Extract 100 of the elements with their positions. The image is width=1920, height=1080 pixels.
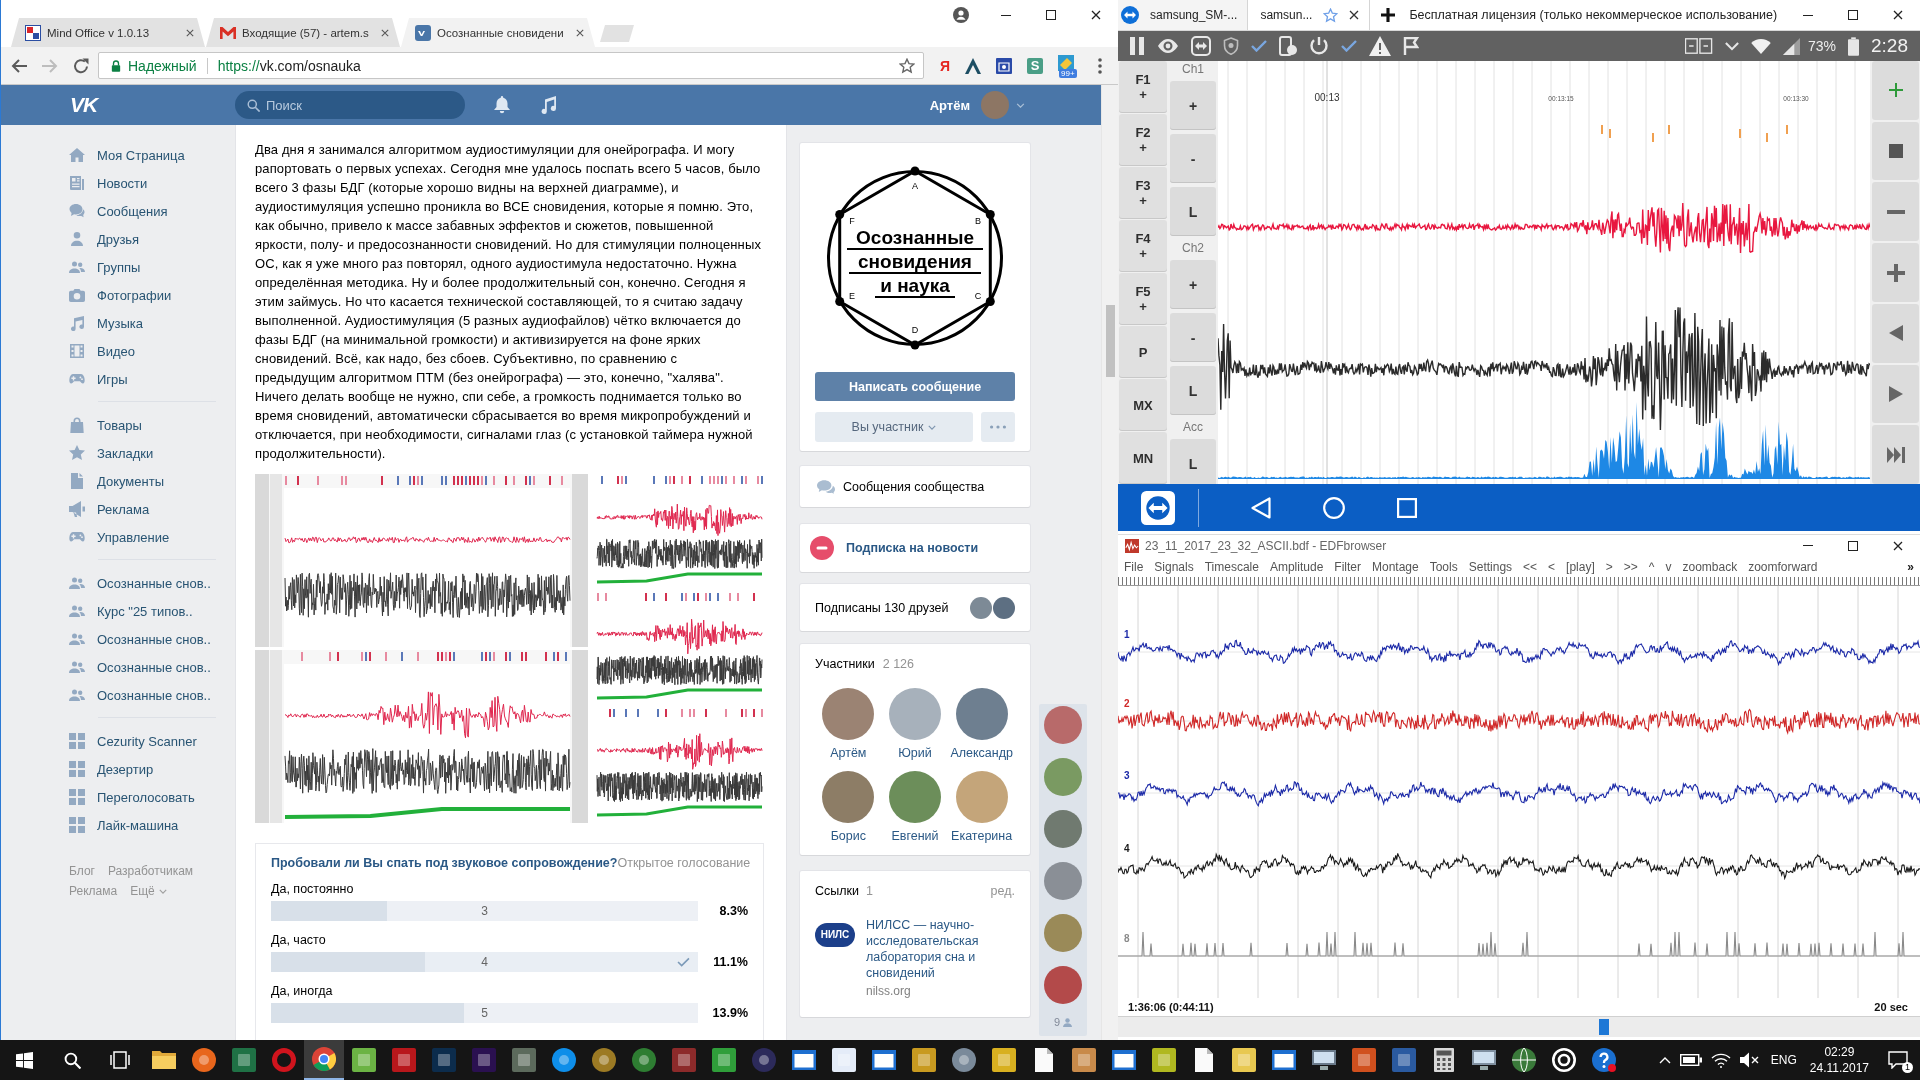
- horizontal-scrollbar[interactable]: [1118, 1016, 1920, 1037]
- avatar[interactable]: [1044, 810, 1082, 848]
- sidebar-item[interactable]: Документы: [69, 467, 219, 495]
- eye-icon[interactable]: [1157, 39, 1179, 53]
- taskbar-button[interactable]: [304, 1040, 344, 1080]
- warning-icon[interactable]: [1369, 36, 1391, 56]
- sidebar-item[interactable]: Реклама: [69, 495, 219, 523]
- link-title[interactable]: НИЛСС — научно-исследовательская лаборатория сна и сновидений: [866, 917, 1015, 981]
- check-icon[interactable]: [1251, 40, 1267, 52]
- reload-icon[interactable]: [73, 57, 89, 74]
- minimize-icon[interactable]: [1802, 545, 1813, 546]
- sidebar-item[interactable]: Осознанные снов..: [69, 625, 219, 653]
- arch-icon[interactable]: [965, 57, 982, 74]
- channel-key[interactable]: -: [1170, 313, 1216, 362]
- sidebar-item[interactable]: Видео: [69, 337, 219, 365]
- browser-tab[interactable]: Входящие (57) - artem.s: [206, 18, 400, 47]
- avatar[interactable]: [822, 688, 875, 740]
- menu-item[interactable]: zoomback: [1682, 559, 1738, 574]
- members-title[interactable]: Участники: [815, 656, 875, 672]
- close-icon[interactable]: [1090, 10, 1101, 20]
- menu-item[interactable]: [play]: [1566, 559, 1595, 574]
- check-icon[interactable]: [1341, 40, 1357, 52]
- function-key[interactable]: F4 +: [1119, 220, 1167, 272]
- menu-item[interactable]: Amplitude: [1269, 559, 1324, 574]
- menu-item[interactable]: ^: [1648, 559, 1655, 574]
- menu-item[interactable]: Timescale: [1204, 559, 1259, 574]
- function-key[interactable]: F1 +: [1119, 61, 1167, 113]
- avatar[interactable]: [889, 771, 941, 823]
- minimize-icon[interactable]: [1802, 14, 1813, 16]
- language-indicator[interactable]: ENG: [1770, 1053, 1797, 1067]
- control-key[interactable]: [1872, 182, 1919, 242]
- sidebar-item[interactable]: Группы: [69, 253, 219, 281]
- subscription-button[interactable]: Подписка на новости: [800, 524, 1030, 572]
- close-icon[interactable]: [1892, 10, 1903, 20]
- profile-icon[interactable]: [952, 7, 969, 23]
- menu-item[interactable]: >>: [1623, 559, 1638, 574]
- channel-key[interactable]: +: [1170, 260, 1216, 309]
- muted-speaker-icon[interactable]: [1739, 1052, 1760, 1068]
- user-name[interactable]: Артём: [929, 97, 970, 113]
- scrollbar-thumb[interactable]: [1105, 305, 1115, 377]
- eeg-recording-drawing[interactable]: [255, 474, 588, 647]
- extension-letter[interactable]: Я: [940, 57, 951, 74]
- member-name[interactable]: Юрий: [898, 745, 932, 761]
- avatar[interactable]: [1044, 706, 1082, 744]
- flag-icon[interactable]: [1403, 37, 1419, 55]
- sidebar-item[interactable]: Лайк-машина: [69, 811, 219, 839]
- avatar[interactable]: [1044, 966, 1082, 1004]
- back-icon[interactable]: [11, 58, 27, 73]
- browser-tab[interactable]: Осознанные сновидени: [401, 18, 595, 47]
- bookmark-star-icon[interactable]: [899, 57, 915, 74]
- avatar[interactable]: [822, 771, 875, 823]
- sidebar-item[interactable]: Управление: [69, 523, 219, 551]
- recent-apps-icon[interactable]: [1397, 497, 1417, 518]
- menu-item[interactable]: zoomforward: [1748, 559, 1818, 574]
- windows-logo-icon[interactable]: [15, 1051, 33, 1069]
- sidebar-item[interactable]: Осознанные снов..: [69, 681, 219, 709]
- star-icon[interactable]: [1323, 7, 1339, 23]
- channel-key[interactable]: L: [1170, 187, 1216, 236]
- home-icon[interactable]: [1323, 496, 1345, 519]
- sidebar-item[interactable]: Закладки: [69, 439, 219, 467]
- phone-clock-icon[interactable]: [1279, 36, 1297, 56]
- sidebar-item[interactable]: Переголосовать: [69, 783, 219, 811]
- organization-logo[interactable]: НИЛС: [815, 923, 855, 947]
- notification-icon[interactable]: [1888, 1051, 1908, 1069]
- menu-item[interactable]: Signals: [1154, 559, 1194, 574]
- menu-item[interactable]: Montage: [1372, 559, 1419, 574]
- power-icon[interactable]: [1309, 36, 1329, 56]
- control-key[interactable]: [1872, 121, 1919, 181]
- close-icon[interactable]: [1349, 10, 1360, 20]
- community-messages-button[interactable]: Сообщения сообщества: [800, 466, 1030, 507]
- sidebar-item[interactable]: Дезертир: [69, 755, 219, 783]
- poll-bar[interactable]: 3: [271, 901, 698, 921]
- sidebar-item[interactable]: Осознанные снов..: [69, 653, 219, 681]
- channel-key[interactable]: L: [1170, 366, 1216, 415]
- shield-icon[interactable]: [1223, 37, 1239, 55]
- poll-bar[interactable]: 5: [271, 1003, 698, 1023]
- function-key[interactable]: MN: [1119, 432, 1167, 484]
- control-key[interactable]: [1872, 364, 1919, 424]
- channel-key[interactable]: +: [1170, 81, 1216, 130]
- member-name[interactable]: Артём: [830, 745, 867, 761]
- pause-icon[interactable]: [1129, 37, 1145, 55]
- function-key[interactable]: F3 +: [1119, 167, 1167, 219]
- address-bar[interactable]: Надежный https://vk.com/osnauka: [98, 52, 924, 79]
- sidebar-item[interactable]: Фотографии: [69, 281, 219, 309]
- swap-arrows-icon[interactable]: [1141, 490, 1175, 525]
- function-key[interactable]: P: [1119, 326, 1167, 378]
- menu-item[interactable]: v: [1665, 559, 1672, 574]
- function-key[interactable]: F5 +: [1119, 273, 1167, 325]
- links-title[interactable]: Ссылки: [815, 883, 859, 899]
- sidebar-item[interactable]: Моя Страница: [69, 141, 219, 169]
- function-key[interactable]: MX: [1119, 379, 1167, 431]
- control-key[interactable]: [1872, 243, 1919, 302]
- menu-item[interactable]: Filter: [1334, 559, 1361, 574]
- task-view-icon[interactable]: [110, 1051, 130, 1069]
- maximize-icon[interactable]: [1847, 10, 1858, 20]
- avatar[interactable]: [955, 688, 1008, 740]
- sidebar-item[interactable]: Новости: [69, 169, 219, 197]
- sidebar-item[interactable]: Сообщения: [69, 197, 219, 225]
- menu-item[interactable]: Settings: [1468, 559, 1513, 574]
- sidebar-item[interactable]: Игры: [69, 365, 219, 393]
